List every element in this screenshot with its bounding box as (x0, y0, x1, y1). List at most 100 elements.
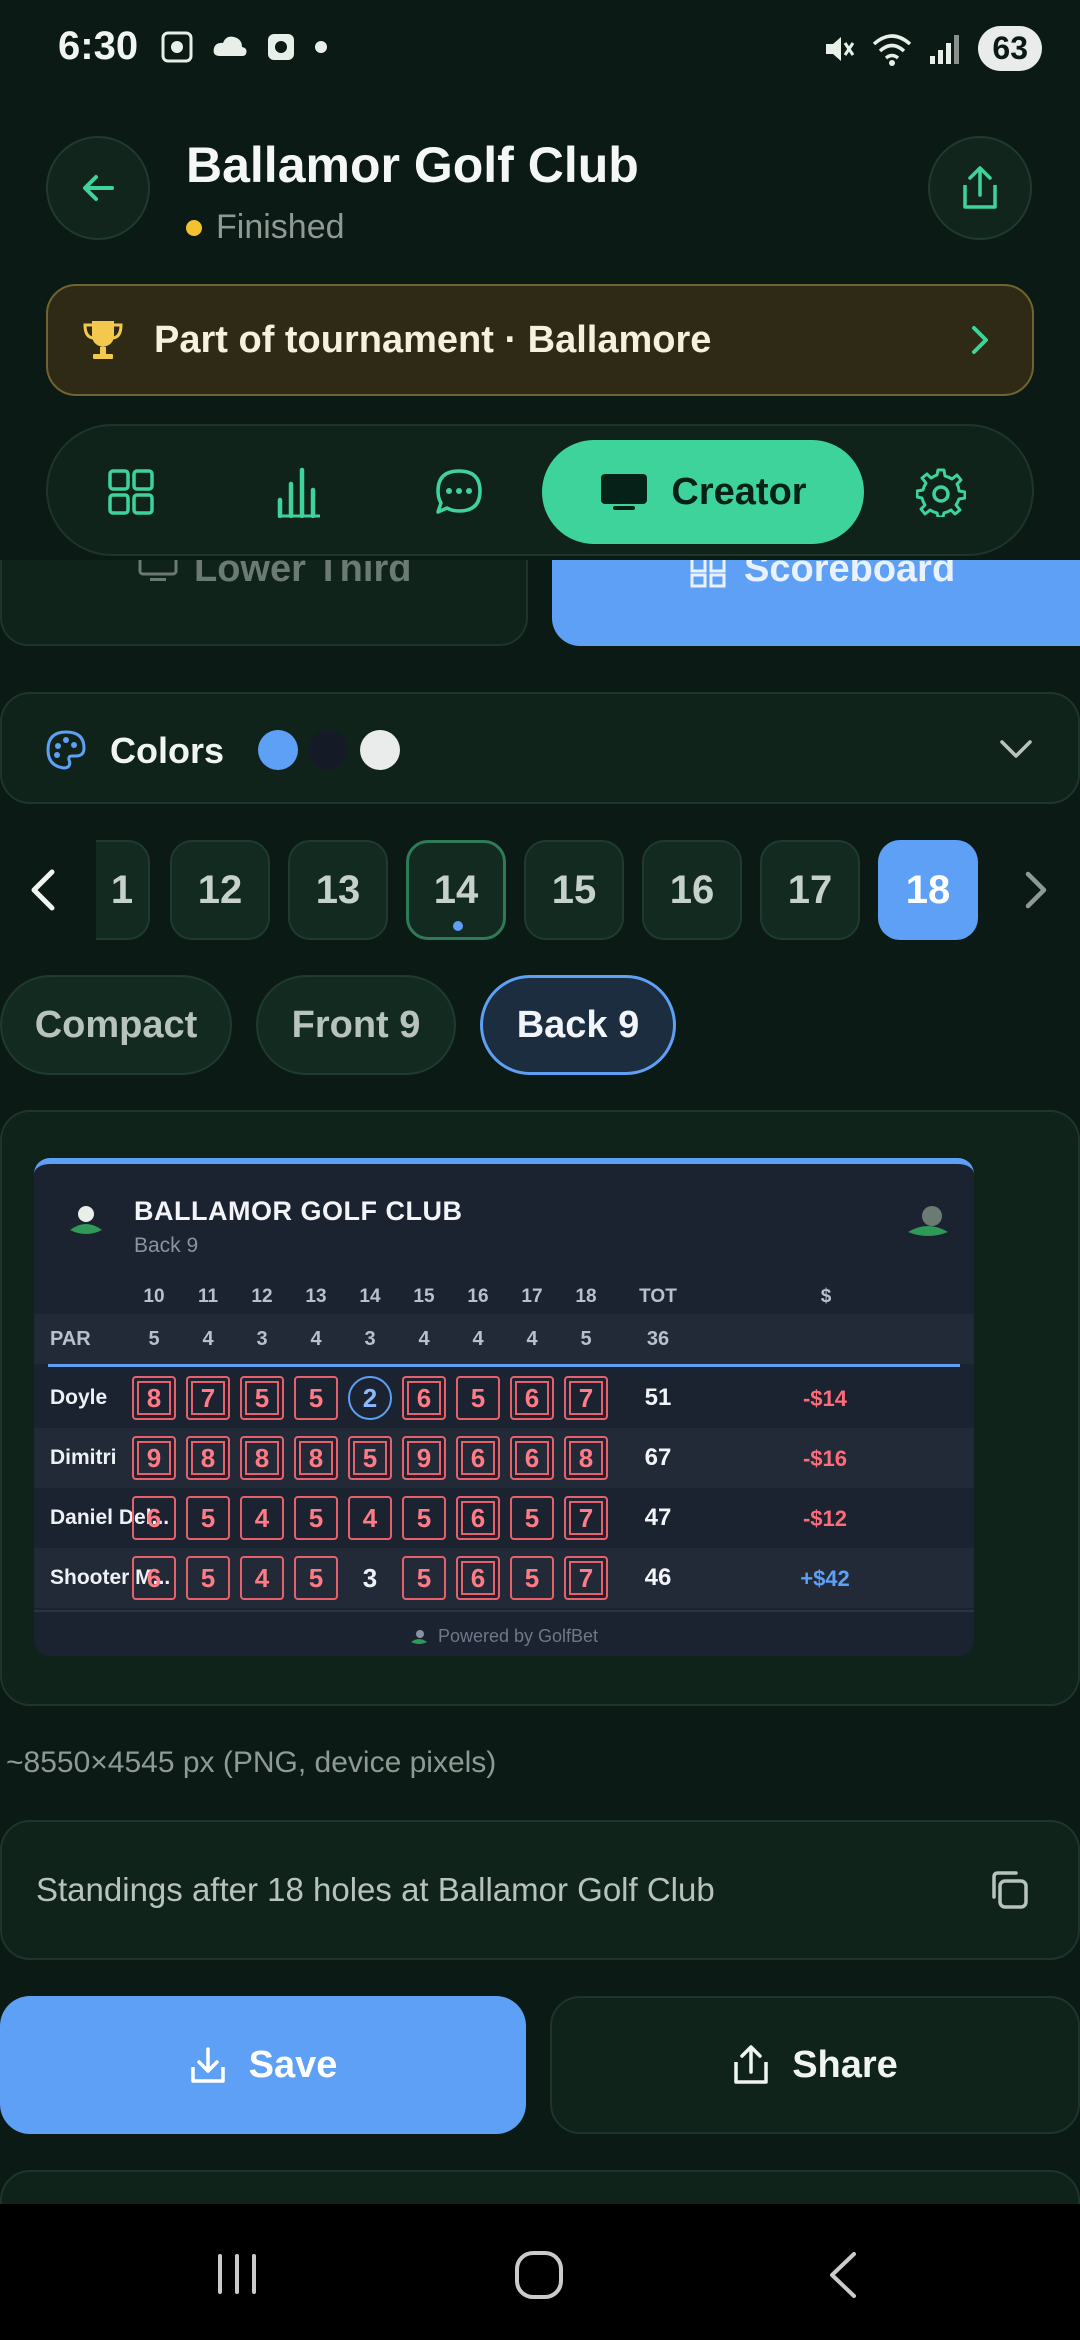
player-total: 46 (644, 1564, 672, 1591)
score-cell: 8 (186, 1436, 230, 1480)
player-total: 67 (644, 1444, 672, 1471)
app-notification-icon (268, 34, 294, 60)
score-cell: 6 (510, 1376, 554, 1420)
view-back-9[interactable]: Back 9 (480, 975, 676, 1075)
hole-label: 1 (110, 867, 134, 912)
score-cell: 6 (456, 1556, 500, 1600)
hole-1[interactable]: 1 (96, 840, 150, 940)
scoreboard-option[interactable]: Scoreboard (552, 560, 1080, 646)
swatch-background (308, 730, 348, 770)
screenshot-icon (161, 31, 193, 63)
score-cell: 6 (510, 1436, 554, 1480)
score-cell: 4 (348, 1496, 392, 1540)
battery-level: 63 (978, 26, 1042, 71)
col-hole-17: 17 (521, 1286, 543, 1307)
cloud-icon (213, 36, 247, 56)
hole-label: 17 (787, 867, 833, 912)
table-row: Shooter M... 6 5 4 5 3 5 6 5 7 46 +$42 (34, 1548, 974, 1608)
par-value: 5 (580, 1328, 592, 1350)
score-cell: 5 (348, 1436, 392, 1480)
tab-settings[interactable] (886, 440, 996, 544)
grid-icon (108, 469, 154, 515)
par-value: 4 (310, 1328, 322, 1350)
tab-stats[interactable] (244, 440, 354, 544)
share-icon (963, 166, 997, 209)
round-status-label: Finished (216, 208, 345, 246)
trophy-icon (83, 321, 123, 359)
back-nav-icon[interactable] (826, 2250, 860, 2300)
par-value: 4 (418, 1328, 430, 1350)
hole-18[interactable]: 18 (878, 840, 978, 940)
view-front-9[interactable]: Front 9 (256, 975, 456, 1075)
golfbet-small-logo-icon (410, 1629, 427, 1644)
col-hole-16: 16 (467, 1286, 489, 1307)
hole-label: 14 (433, 867, 479, 912)
powered-by-label: Powered by GolfBet (437, 1626, 599, 1646)
score-cell: 6 (402, 1376, 446, 1420)
view-compact[interactable]: Compact (0, 975, 232, 1075)
score-cell: 5 (510, 1556, 554, 1600)
hole-label: 15 (551, 867, 597, 912)
arrow-left-icon (83, 175, 114, 201)
lower-third-option[interactable]: Lower Third (0, 560, 528, 646)
club-logo-icon (70, 1206, 102, 1234)
hole-label: 18 (905, 867, 951, 912)
save-button[interactable]: Save (0, 1996, 526, 2134)
colors-section[interactable]: Colors (0, 692, 1080, 804)
tab-grid[interactable] (76, 440, 186, 544)
view-back-9-label: Back 9 (516, 1003, 640, 1046)
par-value: 4 (202, 1328, 214, 1350)
tab-creator[interactable]: Creator (542, 440, 864, 544)
share-label: Share (792, 2043, 898, 2086)
mute-icon (826, 36, 855, 61)
bar-chart-icon (277, 467, 320, 518)
player-total: 47 (644, 1504, 672, 1531)
share-button[interactable]: Share (550, 1996, 1080, 2134)
par-value: 5 (148, 1328, 160, 1350)
home-icon[interactable] (514, 2250, 564, 2300)
player-name: Dimitri (50, 1446, 117, 1469)
score-cell: 8 (564, 1436, 608, 1480)
caption-field[interactable]: Standings after 18 holes at Ballamor Gol… (0, 1820, 1080, 1960)
swatch-text (360, 730, 400, 770)
recent-apps-icon[interactable] (214, 2252, 260, 2296)
score-cell: 7 (186, 1376, 230, 1420)
tournament-banner[interactable]: Part of tournament · Ballamore (46, 284, 1034, 396)
score-cell: 9 (132, 1436, 176, 1480)
hole-13[interactable]: 13 (288, 840, 388, 940)
hole-label: 16 (669, 867, 715, 912)
share-header-button[interactable] (928, 136, 1032, 240)
hole-14[interactable]: 14 (406, 840, 506, 940)
par-value: 4 (472, 1328, 484, 1350)
chevron-right-icon (972, 326, 988, 354)
score-cell: 5 (240, 1376, 284, 1420)
tab-chat[interactable] (404, 440, 514, 544)
score-cell: 5 (456, 1376, 500, 1420)
player-name: Doyle (50, 1386, 108, 1409)
col-hole-11: 11 (197, 1286, 219, 1307)
scorecard-subtitle: Back 9 (134, 1234, 199, 1257)
chevron-left-icon[interactable] (26, 868, 60, 912)
score-cell: 5 (294, 1556, 338, 1600)
score-cell: 6 (132, 1496, 176, 1540)
grid-small-icon (690, 560, 726, 588)
tournament-label: Part of tournament · Ballamore (154, 318, 712, 361)
hole-17[interactable]: 17 (760, 840, 860, 940)
par-value: 4 (526, 1328, 538, 1350)
copy-icon[interactable] (988, 1869, 1030, 1911)
hole-16[interactable]: 16 (642, 840, 742, 940)
par-total: 36 (646, 1328, 670, 1350)
more-notifications-dot-icon (315, 41, 327, 53)
current-hole-dot-icon (453, 921, 463, 931)
hole-12[interactable]: 12 (170, 840, 270, 940)
col-hole-10: 10 (143, 1286, 165, 1307)
player-money: -$12 (802, 1506, 848, 1531)
hole-15[interactable]: 15 (524, 840, 624, 940)
score-cell: 5 (402, 1556, 446, 1600)
chevron-down-icon (1000, 740, 1032, 758)
chevron-right-icon[interactable] (1022, 870, 1050, 910)
chat-icon (436, 469, 482, 514)
back-button[interactable] (46, 136, 150, 240)
col-total: TOT (639, 1286, 677, 1307)
score-cell: 8 (294, 1436, 338, 1480)
